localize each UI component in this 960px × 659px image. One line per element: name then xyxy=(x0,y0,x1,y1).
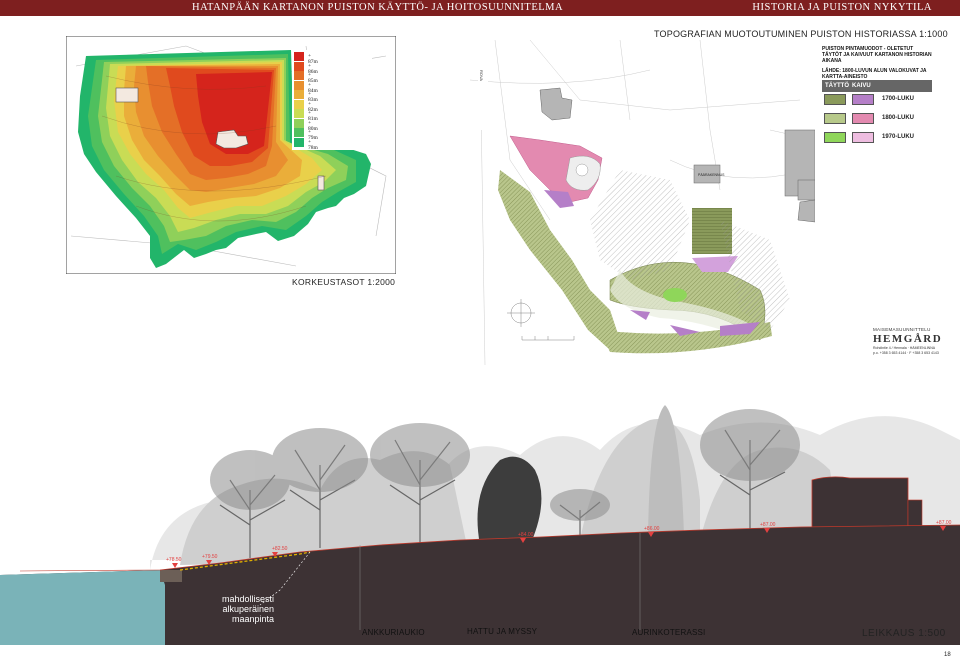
note-line: alkuperäinen xyxy=(222,604,275,614)
dig-swatch-1700 xyxy=(852,94,874,105)
section-title: HISTORIA JA PUISTON NYKYTILA xyxy=(752,2,932,13)
elevation-map-title: KORKEUSTASOT 1:2000 xyxy=(292,277,396,287)
dig-swatch-1800 xyxy=(852,113,874,124)
level-mark: +79.50 xyxy=(202,554,218,560)
area-label-hattu-ja-myssy: HATTU JA MYSSY xyxy=(467,627,538,636)
level-mark: +84.00 xyxy=(518,532,534,538)
topo-legend: PUISTON PINTAMUODOT - OLETETUT TÄYTÖT JA… xyxy=(822,46,932,92)
area-label-aurinkoterassi: AURINKOTERASSI xyxy=(632,628,706,637)
firm-line-1: MAISEMASUUNNITTELU xyxy=(873,327,931,332)
topo-plan-title: TOPOGRAFIAN MUOTOUTUMINEN PUISTON HISTOR… xyxy=(654,29,948,39)
firm-address: Rohdintie 4 / Hennala · HÄMEENLINNA xyxy=(873,346,936,350)
page-header: HATANPÄÄN KARTANON PUISTON KÄYTTÖ- JA HO… xyxy=(0,0,960,16)
section-drawing: +78.50 +79.50 +82.50 +84.00 +86.00 +87.0… xyxy=(0,405,960,645)
topo-legend-heading: PUISTON PINTAMUODOT - OLETETUT TÄYTÖT JA… xyxy=(822,46,932,64)
topo-legend-swatches: 1700-LUKU 1800-LUKU 1970-LUKU xyxy=(822,94,932,150)
document-title: HATANPÄÄN KARTANON PUISTON KÄYTTÖ- JA HO… xyxy=(192,2,564,13)
page-number: 18 xyxy=(944,652,951,658)
era-1800-label: 1800-LUKU xyxy=(882,115,915,121)
note-line: maanpinta xyxy=(232,614,275,624)
fill-swatch-1700 xyxy=(824,94,846,105)
level-mark: +82.50 xyxy=(272,546,288,552)
road-label: ROVA xyxy=(479,70,484,81)
area-label-ankkuriaukio: ANKKURIAUKIO xyxy=(362,628,425,637)
main-building-label: PÄÄRAKENNUS xyxy=(698,173,725,177)
topography-plan: ROVA PÄÄRAKENNUS xyxy=(470,40,815,365)
elevation-map xyxy=(66,36,396,274)
original-surface-note: mahdollisesti alkuperäinen maanpinta xyxy=(222,594,274,624)
topo-legend-source: LÄHDE: 1800-LUVUN ALUN VALOKUVAT JA KART… xyxy=(822,68,927,80)
level-mark: +86.00 xyxy=(644,526,660,532)
era-1700-label: 1700-LUKU xyxy=(882,96,915,102)
level-mark: +87.00 xyxy=(936,520,952,526)
dig-column-label: KAIVU xyxy=(852,83,871,89)
topo-legend-columns: TÄYTTÖ KAIVU xyxy=(822,80,932,92)
note-line: mahdollisesti xyxy=(222,594,275,604)
fill-swatch-1970 xyxy=(824,132,846,143)
legend-label: + 78m xyxy=(308,138,318,151)
firm-stamp: MAISEMASUUNNITTELU HEMGÅRD Rohdintie 4 /… xyxy=(873,327,942,355)
elevation-legend xyxy=(292,50,372,150)
dig-swatch-1970 xyxy=(852,132,874,143)
firm-name: HEMGÅRD xyxy=(873,333,943,345)
level-mark: +78.50 xyxy=(166,557,182,563)
era-1970-label: 1970-LUKU xyxy=(882,134,915,140)
firm-contact: p.o. +358 3 653 4144 · F +358 3 653 4143 xyxy=(873,351,939,355)
fill-column-label: TÄYTTÖ xyxy=(825,83,849,89)
section-title-label: LEIKKAUS 1:500 xyxy=(862,628,946,639)
fill-swatch-1800 xyxy=(824,113,846,124)
level-mark: +87.00 xyxy=(760,522,776,528)
